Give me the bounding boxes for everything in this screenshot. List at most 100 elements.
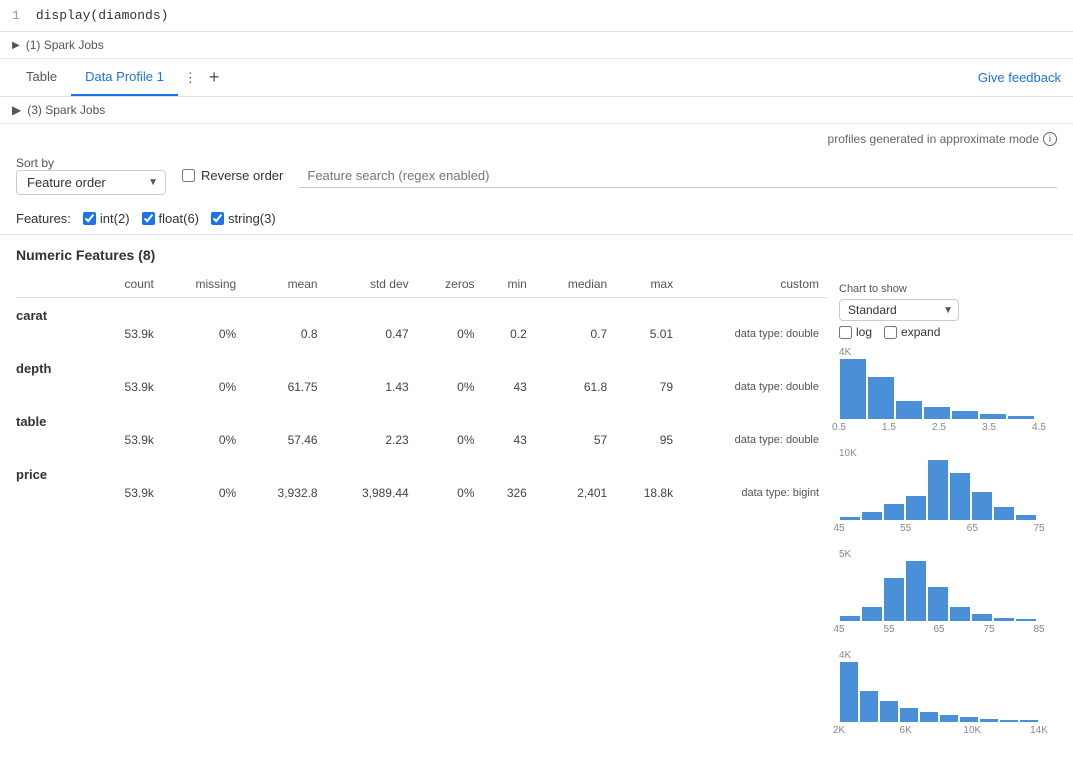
sort-select[interactable]: Feature order Name Missing % — [16, 170, 166, 195]
cell-count: 53.9k — [96, 378, 162, 404]
cell-max: 5.01 — [615, 325, 681, 351]
col-header-max: max — [615, 271, 681, 298]
cell-zeros: 0% — [417, 431, 483, 457]
log-checkbox-label[interactable]: log — [839, 325, 872, 339]
cell-min: 43 — [483, 431, 535, 457]
sort-by-label: Sort by — [16, 156, 166, 170]
expand-checkbox[interactable] — [884, 326, 897, 339]
cell-min: 326 — [483, 484, 535, 510]
reverse-order-label: Reverse order — [201, 168, 283, 183]
cell-count: 53.9k — [96, 484, 162, 510]
feature-int-checkbox[interactable] — [83, 212, 96, 225]
feature-string-label: string(3) — [228, 211, 276, 226]
cell-count: 53.9k — [96, 431, 162, 457]
spark-jobs-1-arrow: ▶ — [12, 40, 20, 51]
expand-checkbox-label[interactable]: expand — [884, 325, 940, 339]
feature-int-label: int(2) — [100, 211, 130, 226]
sort-select-wrapper: Feature order Name Missing % ▼ — [16, 170, 166, 195]
tabs-bar: Table Data Profile 1 ⋮ + Give feedback — [0, 59, 1073, 97]
line-number: 1 — [12, 8, 20, 23]
cell-zeros: 0% — [417, 378, 483, 404]
log-checkbox[interactable] — [839, 326, 852, 339]
feature-float-chip[interactable]: float(6) — [142, 211, 199, 226]
histogram-svg — [839, 359, 1039, 419]
col-header-std-dev: std dev — [326, 271, 417, 298]
cell-std-dev: 3,989.44 — [326, 484, 417, 510]
spark-jobs-1[interactable]: ▶ (1) Spark Jobs — [0, 32, 1073, 59]
chart-y-label: 4K — [839, 650, 1057, 661]
cell-mean: 0.8 — [244, 325, 325, 351]
feature-search-input[interactable] — [299, 164, 1057, 188]
chart-y-label: 10K — [839, 448, 1057, 459]
tabs-left: Table Data Profile 1 ⋮ + — [12, 59, 225, 96]
table-data-row: 53.9k 0% 61.75 1.43 0% 43 61.8 79 data t… — [16, 378, 827, 404]
data-table: count missing mean std dev zeros min med… — [16, 271, 827, 510]
cell-empty — [16, 378, 96, 404]
features-row: Features: int(2) float(6) string(3) — [0, 205, 1073, 235]
chart-x-labels: 0.51.52.53.54.5 — [839, 422, 1039, 436]
cell-median: 2,401 — [535, 484, 615, 510]
info-icon[interactable]: i — [1043, 132, 1057, 146]
feature-float-checkbox[interactable] — [142, 212, 155, 225]
log-label: log — [856, 325, 872, 339]
cell-count: 53.9k — [96, 325, 162, 351]
cell-mean: 61.75 — [244, 378, 325, 404]
table-row: carat — [16, 298, 827, 326]
col-header-missing: missing — [162, 271, 244, 298]
chart-to-show-label: Chart to show — [839, 283, 1057, 295]
table-row: price — [16, 457, 827, 484]
spark-jobs-2[interactable]: ▶ (3) Spark Jobs — [0, 97, 1073, 124]
chart-options: log expand — [839, 325, 1057, 339]
col-header-mean: mean — [244, 271, 325, 298]
chart-wrapper: 5K 4555657585 — [839, 549, 1057, 638]
feature-string-checkbox[interactable] — [211, 212, 224, 225]
cell-max: 95 — [615, 431, 681, 457]
chart-y-label: 5K — [839, 549, 1057, 560]
features-label: Features: — [16, 211, 71, 226]
code-cell: 1 display(diamonds) — [0, 0, 1073, 32]
tab-table[interactable]: Table — [12, 59, 71, 96]
cell-median: 61.8 — [535, 378, 615, 404]
cell-custom: data type: bigint — [681, 484, 827, 510]
profile-mode-text: profiles generated in approximate mode — [828, 132, 1039, 146]
cell-median: 0.7 — [535, 325, 615, 351]
col-header-min: min — [483, 271, 535, 298]
chart-select-wrapper: Standard Quantile ▼ — [839, 299, 959, 321]
col-header-median: median — [535, 271, 615, 298]
chart-wrapper: 10K 45556575 — [839, 448, 1057, 537]
feature-name: price — [16, 467, 47, 482]
tab-data-profile[interactable]: Data Profile 1 — [71, 59, 178, 96]
tab-more-button[interactable]: ⋮ — [178, 62, 203, 94]
cell-min: 0.2 — [483, 325, 535, 351]
chart-wrapper: 4K 2K6K10K14K — [839, 650, 1057, 739]
cell-zeros: 0% — [417, 325, 483, 351]
cell-custom: data type: double — [681, 431, 827, 457]
chart-wrapper: 4K 0.51.52.53.54.5 — [839, 347, 1057, 436]
profile-header: profiles generated in approximate mode i — [0, 124, 1073, 150]
cell-empty — [16, 484, 96, 510]
chart-type-select[interactable]: Standard Quantile — [839, 299, 959, 321]
spark-jobs-2-label: (3) Spark Jobs — [27, 103, 105, 117]
code-content: display(diamonds) — [36, 8, 169, 23]
histogram-svg — [839, 460, 1039, 520]
cell-empty — [16, 431, 96, 457]
cell-custom: data type: double — [681, 325, 827, 351]
spark-jobs-2-arrow: ▶ — [12, 103, 21, 117]
reverse-order-checkbox[interactable]: Reverse order — [182, 168, 283, 183]
feature-string-chip[interactable]: string(3) — [211, 211, 276, 226]
give-feedback-button[interactable]: Give feedback — [978, 62, 1061, 93]
feature-int-chip[interactable]: int(2) — [83, 211, 130, 226]
feature-name: depth — [16, 361, 51, 376]
cell-max: 18.8k — [615, 484, 681, 510]
numeric-section-header: Numeric Features (8) — [16, 247, 827, 263]
table-row: table — [16, 404, 827, 431]
feature-float-label: float(6) — [159, 211, 199, 226]
cell-missing: 0% — [162, 484, 244, 510]
table-header-row: count missing mean std dev zeros min med… — [16, 271, 827, 298]
table-data-row: 53.9k 0% 57.46 2.23 0% 43 57 95 data typ… — [16, 431, 827, 457]
tab-add-button[interactable]: + — [203, 59, 226, 96]
cell-empty — [16, 325, 96, 351]
cell-custom: data type: double — [681, 378, 827, 404]
feature-name: table — [16, 414, 46, 429]
reverse-order-input[interactable] — [182, 169, 195, 182]
